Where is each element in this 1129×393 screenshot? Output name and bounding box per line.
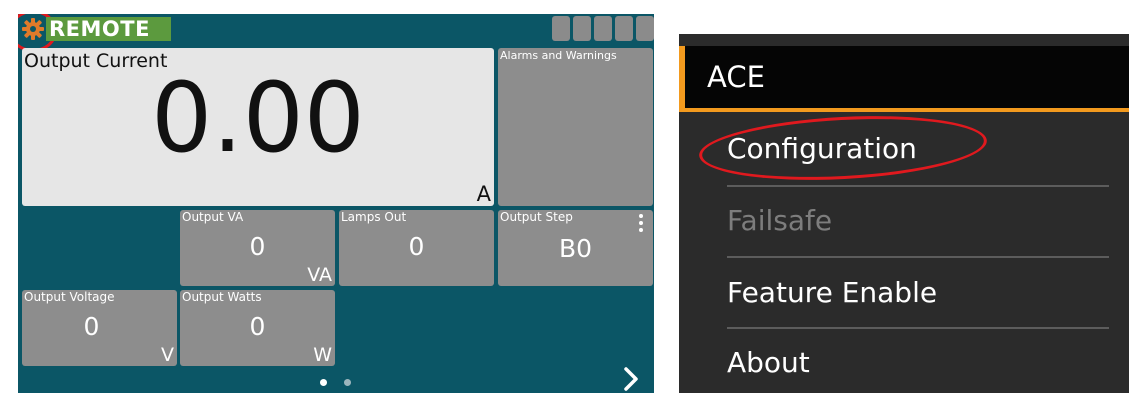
status-indicator [636, 16, 654, 41]
tile-value: 0 [83, 312, 100, 341]
tile-title: Lamps Out [341, 210, 407, 224]
page-indicator-dot[interactable] [344, 379, 351, 386]
tile-title: Output VA [182, 210, 244, 224]
status-indicator [552, 16, 570, 41]
device-screen: REMOTE Output Current 0.00 A Alarms and … [18, 14, 654, 393]
tile-title: Output Current [24, 50, 168, 72]
tile-value: B0 [558, 234, 593, 263]
output-watts-tile[interactable]: Output Watts 0 W [180, 290, 335, 366]
tile-value: 0 [249, 232, 266, 261]
remote-mode-badge: REMOTE [46, 17, 171, 41]
menu-divider [727, 327, 1109, 329]
tile-unit: VA [307, 264, 332, 286]
tile-title: Output Watts [182, 290, 262, 304]
menu-item-about[interactable]: About [727, 346, 810, 379]
kebab-menu-icon[interactable] [639, 214, 643, 232]
tile-unit: V [161, 344, 174, 366]
chevron-right-icon[interactable] [618, 366, 644, 392]
menu-divider [727, 185, 1109, 187]
status-indicator [594, 16, 612, 41]
tile-unit: A [476, 182, 491, 206]
output-voltage-tile[interactable]: Output Voltage 0 V [22, 290, 177, 366]
lamps-out-tile[interactable]: Lamps Out 0 [339, 210, 494, 286]
tile-title: Output Voltage [24, 290, 115, 304]
output-current-value: 0.00 [151, 62, 365, 174]
alarms-warnings-tile[interactable]: Alarms and Warnings [498, 48, 653, 206]
status-indicator [573, 16, 591, 41]
output-step-tile[interactable]: Output Step B0 [498, 210, 653, 286]
output-current-tile[interactable]: Output Current 0.00 A [22, 48, 494, 206]
menu-item-feature-enable[interactable]: Feature Enable [727, 276, 937, 309]
tile-value: 0 [408, 232, 425, 261]
menu-item-failsafe: Failsafe [727, 204, 833, 237]
menu-header: ACE [679, 46, 1129, 112]
tile-title: Output Step [500, 210, 573, 224]
output-va-tile[interactable]: Output VA 0 VA [180, 210, 335, 286]
tile-unit: W [313, 344, 332, 366]
page-indicator-dot-active[interactable] [320, 379, 327, 386]
tile-title: Alarms and Warnings [500, 49, 617, 62]
menu-header-label: ACE [707, 60, 765, 94]
tile-value: 0 [249, 312, 266, 341]
menu-divider [727, 256, 1109, 258]
status-indicator [615, 16, 633, 41]
configuration-highlight-oval [697, 109, 989, 187]
ace-menu-panel: ACE Configuration Failsafe Feature Enabl… [679, 34, 1129, 393]
